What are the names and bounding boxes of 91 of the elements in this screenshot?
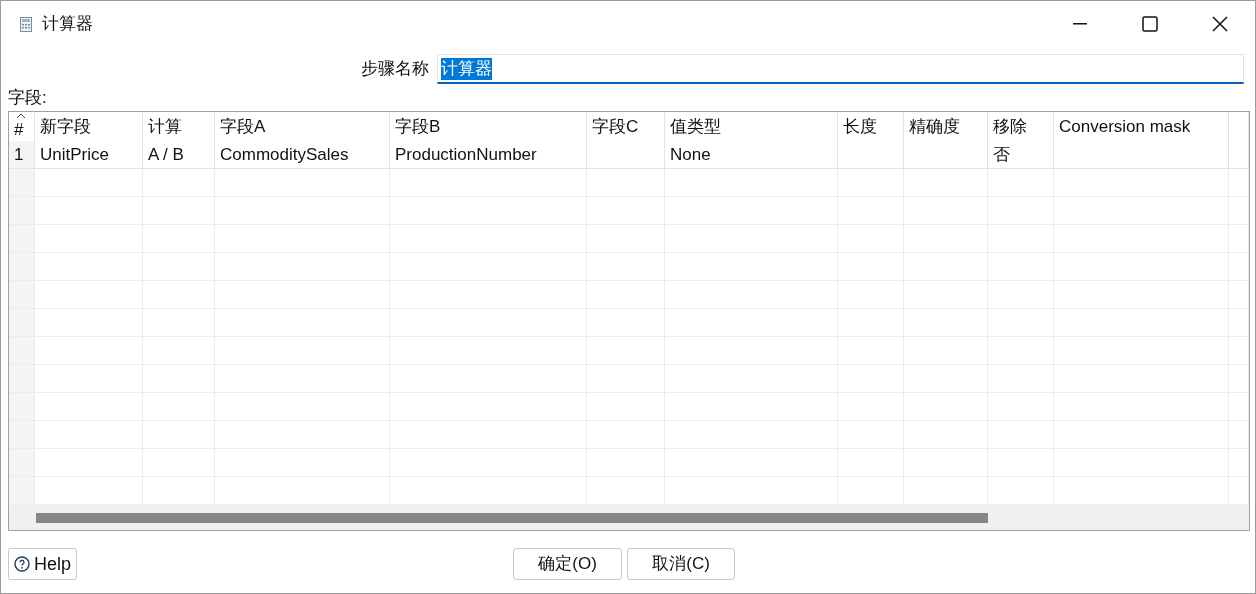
empty-cell <box>143 169 215 197</box>
row-header-cell <box>9 281 35 309</box>
empty-cell <box>988 225 1054 253</box>
column-header[interactable]: 精确度 <box>904 112 988 141</box>
empty-cell <box>1229 141 1249 169</box>
column-header[interactable]: 新字段 <box>35 112 143 141</box>
step-name-label: 步骤名称 <box>361 58 429 81</box>
selected-text: 计算器 <box>441 57 492 80</box>
empty-cell <box>988 281 1054 309</box>
maximize-icon <box>1142 16 1158 32</box>
empty-cell <box>143 253 215 281</box>
calculator-icon <box>20 16 32 32</box>
row-header-cell <box>9 337 35 365</box>
empty-cell <box>1229 365 1249 393</box>
column-header[interactable]: Conversion mask <box>1054 112 1229 141</box>
table-cell: ProductionNumber <box>390 141 587 169</box>
scrollbar-thumb[interactable] <box>36 512 988 523</box>
column-header[interactable]: 计算 <box>143 112 215 141</box>
column-header[interactable]: 字段B <box>390 112 587 141</box>
empty-cell <box>143 281 215 309</box>
table-cell: None <box>665 141 838 169</box>
empty-cell <box>838 337 904 365</box>
column-header[interactable]: 移除 <box>988 112 1054 141</box>
help-button[interactable]: Help <box>8 548 78 580</box>
empty-cell <box>838 281 904 309</box>
empty-cell <box>1229 337 1249 365</box>
empty-cell <box>838 365 904 393</box>
help-icon <box>14 556 30 572</box>
column-header[interactable]: 字段A <box>215 112 390 141</box>
empty-cell <box>988 393 1054 421</box>
step-name-field[interactable]: 计算器 <box>437 54 1244 84</box>
empty-cell <box>988 421 1054 449</box>
empty-cell <box>838 169 904 197</box>
empty-cell <box>143 393 215 421</box>
row-header-cell <box>9 309 35 337</box>
column-header[interactable]: 值类型 <box>665 112 838 141</box>
table-cell: A / B <box>143 141 215 169</box>
empty-cell <box>143 337 215 365</box>
row-number: 1 <box>9 141 35 169</box>
minimize-icon <box>1073 23 1087 25</box>
empty-cell <box>143 449 215 477</box>
ok-button[interactable]: 确定(O) <box>513 548 623 580</box>
cancel-button[interactable]: 取消(C) <box>627 548 736 580</box>
empty-cell <box>1229 281 1249 309</box>
row-header-cell <box>9 421 35 449</box>
empty-cell <box>1229 225 1249 253</box>
empty-cell <box>838 225 904 253</box>
empty-cell <box>988 337 1054 365</box>
row-header-cell <box>9 169 35 197</box>
row-header-cell <box>9 225 35 253</box>
column-header[interactable]: 长度 <box>838 112 904 141</box>
empty-cell <box>838 197 904 225</box>
empty-cell <box>1229 393 1249 421</box>
table-cell: 否 <box>988 141 1054 169</box>
window-title: 计算器 <box>42 13 93 36</box>
row-header-cell <box>9 393 35 421</box>
empty-cell <box>838 141 904 169</box>
empty-cell <box>1229 309 1249 337</box>
column-header[interactable]: 字段C <box>587 112 665 141</box>
close-icon <box>1212 16 1228 32</box>
horizontal-scrollbar[interactable] <box>9 505 1249 530</box>
table-cell: CommoditySales <box>215 141 390 169</box>
empty-cell <box>143 225 215 253</box>
empty-cell <box>988 253 1054 281</box>
empty-cell <box>838 449 904 477</box>
empty-cell <box>1229 169 1249 197</box>
row-header-cell <box>9 197 35 225</box>
row-header-cell <box>9 477 35 505</box>
table-cell: UnitPrice <box>35 141 143 169</box>
empty-cell <box>143 365 215 393</box>
empty-cell <box>143 309 215 337</box>
fields-label: 字段: <box>8 87 48 109</box>
empty-cell <box>988 169 1054 197</box>
empty-cell <box>988 309 1054 337</box>
empty-cell <box>838 393 904 421</box>
empty-cell <box>838 253 904 281</box>
empty-cell <box>988 365 1054 393</box>
sort-icon <box>16 113 26 119</box>
row-header-cell <box>9 365 35 393</box>
empty-cell <box>1229 421 1249 449</box>
empty-cell <box>988 449 1054 477</box>
empty-cell <box>143 421 215 449</box>
empty-cell <box>1229 253 1249 281</box>
empty-cell <box>1229 197 1249 225</box>
empty-cell <box>838 309 904 337</box>
empty-cell <box>838 421 904 449</box>
row-header-cell <box>9 253 35 281</box>
empty-cell <box>1229 449 1249 477</box>
empty-cell <box>988 197 1054 225</box>
empty-cell <box>143 197 215 225</box>
row-header-cell <box>9 449 35 477</box>
